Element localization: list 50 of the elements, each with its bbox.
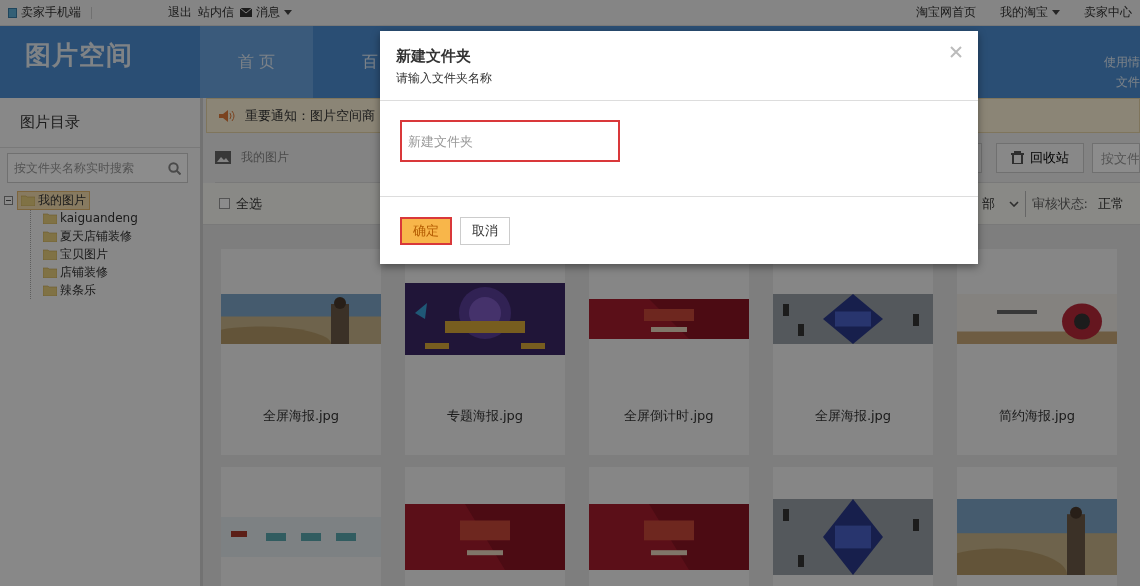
- folder-icon: [43, 248, 57, 260]
- top-link[interactable]: 站内信: [198, 4, 234, 21]
- folder-item[interactable]: kaiguandeng: [39, 210, 142, 226]
- folder-icon: [43, 284, 57, 296]
- recycle-bin-button[interactable]: 回收站: [996, 142, 1084, 173]
- folder-item[interactable]: 宝贝图片: [39, 244, 112, 264]
- image-card[interactable]: 简约海报.jpg: [957, 249, 1117, 455]
- search-icon: [168, 161, 181, 175]
- notice-text: 重要通知：图片空间商: [245, 106, 375, 125]
- top-link[interactable]: 卖家中心: [1084, 4, 1132, 21]
- collapse-toggle[interactable]: [4, 195, 13, 205]
- select-all-checkbox[interactable]: [219, 198, 230, 209]
- folder-icon: [43, 266, 57, 278]
- top-link[interactable]: 卖家手机端: [8, 4, 81, 21]
- image-icon: [215, 151, 231, 164]
- folder-item[interactable]: 我的图片: [17, 190, 90, 210]
- caret-icon: [1052, 10, 1060, 15]
- speaker-icon: [219, 109, 235, 122]
- sidebar-title: 图片目录: [0, 98, 200, 148]
- phone-icon: [8, 7, 17, 18]
- logo: 图片空间: [24, 39, 134, 72]
- confirm-button[interactable]: 确定: [400, 216, 452, 245]
- chevron-icon: [1008, 200, 1019, 207]
- top-link[interactable]: 退出: [168, 4, 192, 21]
- messages-link[interactable]: 消息: [240, 4, 292, 21]
- folder-item[interactable]: 夏天店铺装修: [39, 226, 136, 246]
- top-link[interactable]: 我的淘宝: [1000, 4, 1060, 21]
- image-caption: 全屏倒计时.jpg: [624, 407, 714, 425]
- dialog-title: 新建文件夹: [396, 47, 471, 66]
- select-all-label: 全选: [236, 194, 262, 213]
- image-caption: 专题海报.jpg: [446, 407, 524, 425]
- folder-icon: [43, 212, 57, 224]
- image-caption: 全屏海报.jpg: [262, 407, 340, 425]
- top-link[interactable]: 淘宝网首页: [916, 4, 976, 21]
- dialog-subtitle: 请输入文件夹名称: [396, 70, 492, 87]
- cancel-button[interactable]: 取消: [460, 216, 510, 245]
- folder-item[interactable]: 店铺装修: [39, 262, 112, 282]
- folder-icon: [21, 194, 35, 206]
- status-label: 审核状态:: [1031, 194, 1088, 213]
- image-caption: 简约海报.jpg: [998, 407, 1076, 425]
- status-value[interactable]: 正常: [1094, 194, 1140, 213]
- trash-icon: [1011, 151, 1024, 164]
- image-card[interactable]: 全屏海报.jpg: [221, 249, 381, 455]
- close-icon: [950, 45, 962, 58]
- mail-icon: [240, 8, 252, 17]
- image-caption: 全屏海报.jpg: [814, 407, 892, 425]
- caret-icon: [284, 10, 292, 15]
- folder-item[interactable]: 辣条乐: [39, 280, 100, 300]
- folder-icon: [43, 230, 57, 242]
- folder-name-input[interactable]: 新建文件夹: [400, 120, 620, 162]
